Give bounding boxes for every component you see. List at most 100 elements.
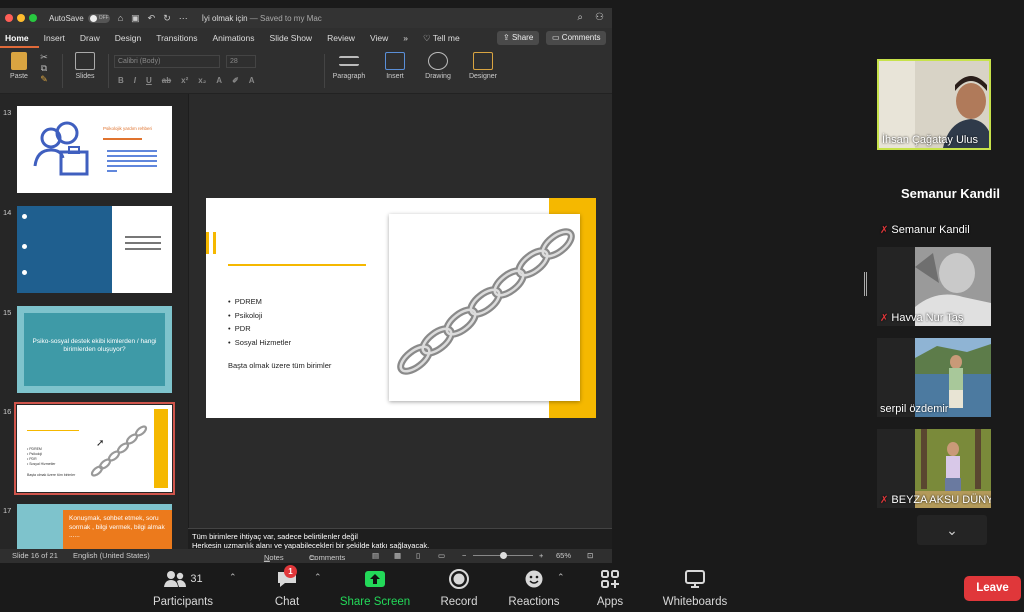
mouse-cursor-icon: ➚ [96, 438, 105, 449]
font-color-icon[interactable]: A [249, 76, 255, 85]
home-icon[interactable]: ⌂ [118, 13, 123, 23]
text-effects-icon[interactable]: A [216, 76, 222, 85]
copy-icon[interactable]: ⧉ [36, 63, 52, 74]
comments-status-label: Comments [309, 553, 346, 562]
paste-button[interactable]: Paste [6, 52, 32, 80]
slide-thumbnail-15[interactable]: Psiko-sosyal destek ekibi kimlerden / ha… [17, 306, 172, 393]
participant-tile[interactable]: ✗ Semanur Kandil [877, 217, 991, 238]
format-painter-icon[interactable]: ✎ [36, 74, 52, 85]
ppt-titlebar: AutoSave OFF ⌂ ▣ ↶ ↻ ⋯ İyi olmak için — … [0, 8, 612, 28]
slide-editor: • PDREM • Psikoloji • PDR • Sosyal Hizme… [188, 94, 612, 528]
bullet-icon [22, 244, 27, 249]
participant-tile[interactable]: serpil özdemir [877, 338, 991, 417]
speaker-notes[interactable]: Tüm birimlere ihtiyaç var, sadece belirt… [188, 528, 612, 550]
highlight-icon[interactable]: ✐ [232, 76, 239, 85]
gallery-resize-handle[interactable] [864, 272, 867, 296]
tab-slide-show[interactable]: Slide Show [265, 28, 323, 48]
designer-button[interactable]: Designer [466, 52, 500, 80]
tab-home[interactable]: Home [0, 28, 39, 48]
tab-draw[interactable]: Draw [75, 28, 110, 48]
normal-view-icon[interactable]: ▤ [372, 551, 379, 560]
insert-button[interactable]: Insert [380, 52, 410, 80]
zoom-slider-knob[interactable] [499, 552, 507, 559]
minimize-window-button[interactable] [17, 14, 25, 22]
chat-button[interactable]: 1 Chat [270, 565, 304, 608]
underline-icon[interactable]: U [146, 76, 152, 85]
tab-design[interactable]: Design [110, 28, 151, 48]
slide-thumbnail-16[interactable]: • PDREM • Psikoloji • PDR • Sosyal Hizmetle… [14, 402, 175, 495]
participant-tile[interactable]: ✗ Havva Nur Taş [877, 247, 991, 326]
reactions-options-icon[interactable]: ⌃ [557, 572, 565, 583]
zoom-slider[interactable] [473, 552, 533, 559]
tell-me-field[interactable]: ♡ Tell me [418, 28, 470, 48]
thumb-bullet: PDREM [29, 447, 42, 451]
redo-icon[interactable]: ↻ [163, 13, 171, 24]
italic-icon[interactable]: I [134, 76, 136, 85]
bold-icon[interactable]: B [118, 76, 124, 85]
save-icon[interactable]: ▣ [131, 13, 140, 24]
whiteboards-button[interactable]: Whiteboards [660, 567, 730, 608]
reactions-label: Reactions [508, 596, 560, 608]
bullet-icon [22, 270, 27, 275]
gallery-scroll-down-button[interactable]: ⌄ [917, 515, 987, 545]
tab-transitions[interactable]: Transitions [151, 28, 207, 48]
fit-slide-icon[interactable]: ⊡ [587, 551, 593, 560]
more-tabs-icon[interactable]: » [398, 28, 418, 48]
account-icon[interactable]: ⚇ [595, 12, 604, 23]
close-window-button[interactable] [5, 14, 13, 22]
slideshow-view-icon[interactable]: ▭ [438, 551, 445, 560]
slides-button[interactable]: Slides [70, 52, 100, 80]
chain-image [397, 228, 575, 375]
apps-button[interactable]: Apps [591, 567, 629, 608]
participants-icon [164, 571, 187, 587]
drawing-button[interactable]: Drawing [422, 52, 454, 80]
more-icon[interactable]: ⋯ [179, 13, 188, 24]
thumb-number: 16 [3, 407, 12, 416]
tab-view[interactable]: View [365, 28, 398, 48]
slide-thumbnail-13[interactable]: Psikolojik yardım rehberi [17, 106, 172, 193]
maximize-window-button[interactable] [29, 14, 37, 22]
comments-button[interactable]: ▭ Comments [546, 31, 607, 45]
font-size-field[interactable]: 28 [226, 55, 256, 68]
participants-button[interactable]: 31 Participants [152, 567, 214, 608]
tab-animations[interactable]: Animations [207, 28, 264, 48]
slide-sorter-icon[interactable]: ▦ [394, 551, 401, 560]
cut-icon[interactable]: ✂ [36, 52, 52, 63]
clipboard-icon [11, 52, 27, 70]
document-title: İyi olmak için — Saved to my Mac [202, 14, 322, 23]
slide-thumbnail-17[interactable]: Konuşmak, sohbet etmek, soru sormak , bi… [17, 504, 172, 549]
undo-icon[interactable]: ↶ [148, 13, 156, 24]
leave-meeting-button[interactable]: Leave [964, 576, 1021, 601]
reactions-button[interactable]: Reactions [507, 567, 561, 608]
featured-participant-name: Semanur Kandil [901, 186, 1000, 201]
slide-thumbnail-14[interactable] [17, 206, 172, 293]
window-controls [5, 14, 37, 22]
font-name-field[interactable]: Calibri (Body) [114, 55, 220, 68]
participant-tile[interactable]: ✗ BEYZA AKSU DÜNYA [877, 429, 991, 508]
superscript-icon[interactable]: x² [181, 76, 188, 85]
slide-bullet-list: • PDREM • Psikoloji • PDR • Sosyal Hizme… [228, 295, 291, 349]
current-slide[interactable]: • PDREM • Psikoloji • PDR • Sosyal Hizme… [206, 198, 596, 418]
chat-options-icon[interactable]: ⌃ [314, 572, 322, 583]
thumb-text-line [125, 236, 161, 238]
participant-name: Havva Nur Taş [891, 312, 964, 324]
zoom-out-icon[interactable]: − [462, 551, 466, 560]
tab-review[interactable]: Review [322, 28, 365, 48]
paragraph-button[interactable]: Paragraph [330, 52, 368, 80]
reading-view-icon[interactable]: ▯ [416, 551, 420, 560]
active-speaker-tile[interactable]: İhsan Çağatay Ulus [877, 59, 991, 150]
zoom-in-icon[interactable]: + [539, 551, 543, 560]
comment-icon: ▭ [552, 33, 560, 42]
strikethrough-icon[interactable]: ab [162, 76, 171, 85]
participants-options-icon[interactable]: ⌃ [229, 572, 237, 583]
record-button[interactable]: Record [437, 567, 481, 608]
search-icon[interactable]: ⌕ [577, 12, 583, 23]
language-indicator[interactable]: English (United States) [73, 551, 150, 560]
share-button[interactable]: ⇪ Share [497, 31, 540, 45]
autosave-toggle[interactable]: OFF [87, 13, 110, 23]
zoom-level[interactable]: 65% [556, 551, 571, 560]
subscript-icon[interactable]: x₂ [198, 76, 206, 85]
clipboard-tools: ✂ ⧉ ✎ [36, 52, 52, 85]
share-screen-button[interactable]: Share Screen [338, 567, 412, 608]
tab-insert[interactable]: Insert [39, 28, 75, 48]
